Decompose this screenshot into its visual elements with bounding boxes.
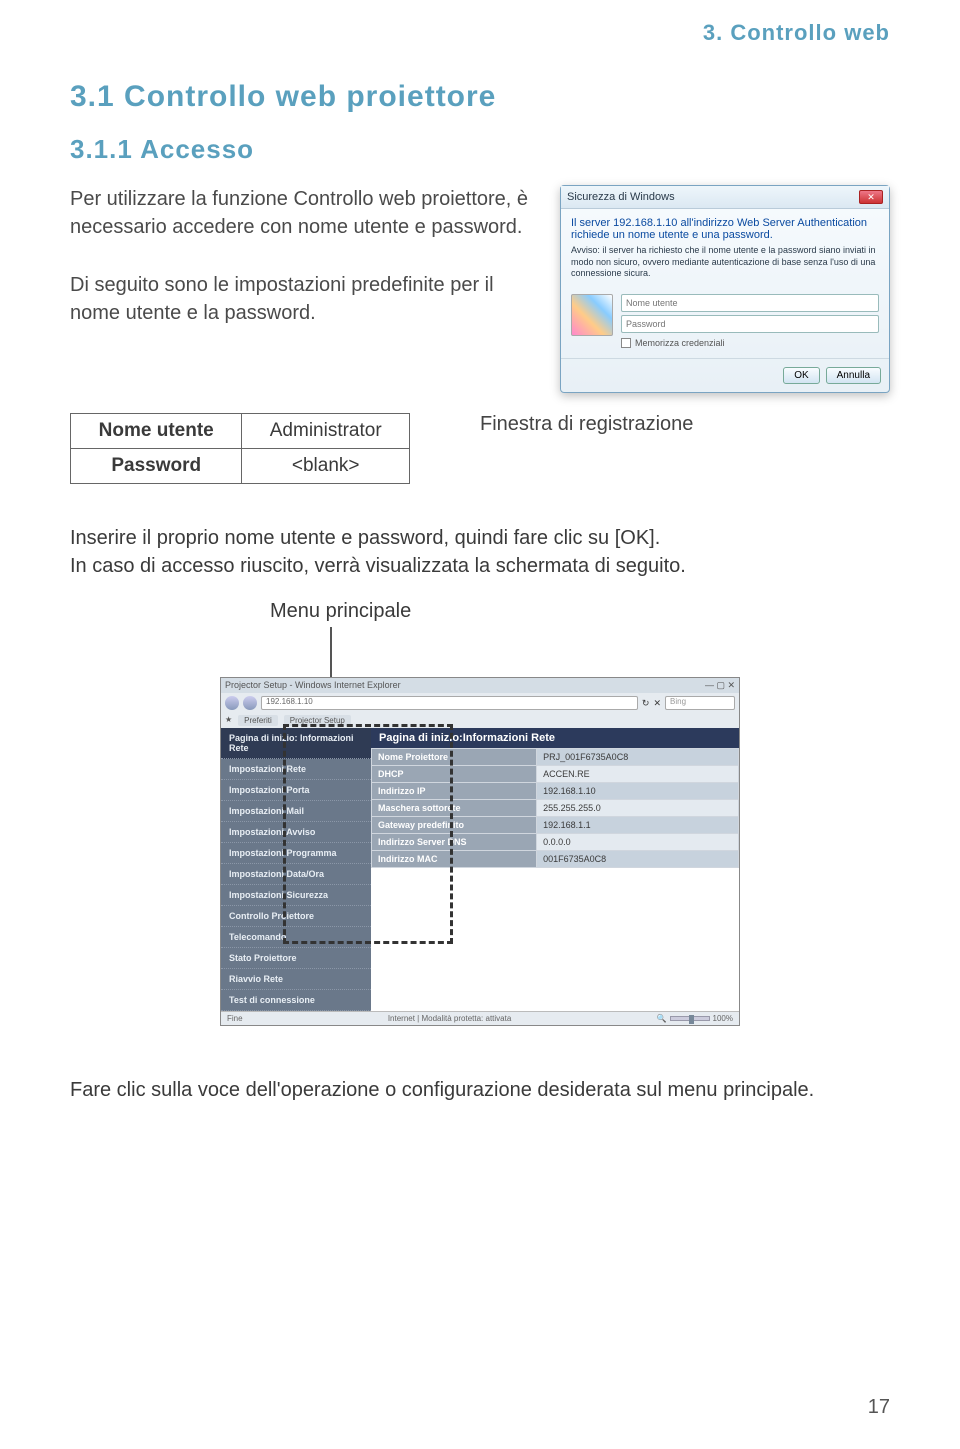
- instruction-paragraph: Inserire il proprio nome utente e passwo…: [70, 524, 890, 580]
- status-middle: Internet | Modalità protetta: attivata: [388, 1014, 511, 1023]
- row-key: DHCP: [372, 766, 537, 783]
- dialog-msg-1: Il server 192.168.1.10 all'indirizzo Web…: [571, 217, 879, 241]
- sidebar-item-test[interactable]: Test di connessione: [221, 990, 371, 1011]
- menu-callout-label: Menu principale: [270, 600, 890, 623]
- network-info-table: Nome ProiettorePRJ_001F6735A0C8 DHCPACCE…: [371, 748, 739, 868]
- sidebar-item-control[interactable]: Controllo Proiettore: [221, 906, 371, 927]
- row-key: Indirizzo MAC: [372, 851, 537, 868]
- cred-val-user: Administrator: [242, 414, 410, 449]
- tab-projector-setup[interactable]: Projector Setup: [284, 715, 351, 726]
- cred-key-pass: Password: [71, 449, 242, 484]
- sidebar-item-home[interactable]: Pagina di inizio: Informazioni Rete: [221, 728, 371, 759]
- sidebar-item-alert[interactable]: Impostazioni Avviso: [221, 822, 371, 843]
- page-title: Pagina di inizio:Informazioni Rete: [371, 728, 739, 748]
- windows-security-dialog: Sicurezza di Windows ✕ Il server 192.168…: [560, 185, 890, 393]
- row-key: Maschera sottorete: [372, 800, 537, 817]
- row-val: 001F6735A0C8: [537, 851, 739, 868]
- zoom-slider[interactable]: [670, 1016, 710, 1021]
- window-controls-icon[interactable]: — ▢ ✕: [705, 680, 735, 691]
- cred-val-pass: <blank>: [242, 449, 410, 484]
- sidebar-item-mail[interactable]: Impostazioni Mail: [221, 801, 371, 822]
- sidebar-item-net[interactable]: Impostazioni Rete: [221, 759, 371, 780]
- close-icon[interactable]: ✕: [859, 190, 883, 204]
- dialog-title: Sicurezza di Windows: [567, 191, 675, 203]
- page-number: 17: [868, 1396, 890, 1419]
- sidebar-item-remote[interactable]: Telecomando: [221, 927, 371, 948]
- sidebar-item-security[interactable]: Impostazioni Sicurezza: [221, 885, 371, 906]
- zoom-icon: 🔍: [657, 1014, 667, 1023]
- row-key: Nome Proiettore: [372, 749, 537, 766]
- status-left: Fine: [227, 1014, 243, 1023]
- row-key: Gateway predefinito: [372, 817, 537, 834]
- back-icon[interactable]: [225, 696, 239, 710]
- sidebar-item-status[interactable]: Stato Proiettore: [221, 948, 371, 969]
- ok-button[interactable]: OK: [783, 367, 819, 384]
- sidebar-item-restart[interactable]: Riavvio Rete: [221, 969, 371, 990]
- row-val: 0.0.0.0: [537, 834, 739, 851]
- forward-icon[interactable]: [243, 696, 257, 710]
- row-key: Indirizzo IP: [372, 783, 537, 800]
- zoom-level: 100%: [713, 1014, 733, 1023]
- row-key: Indirizzo Server DNS: [372, 834, 537, 851]
- refresh-icon[interactable]: ↻: [642, 698, 650, 709]
- credentials-table: Nome utente Administrator Password <blan…: [70, 413, 410, 484]
- address-bar[interactable]: 192.168.1.10: [261, 696, 638, 710]
- user-avatar-icon: [571, 294, 613, 336]
- password-field[interactable]: [621, 315, 879, 333]
- favorites-icon[interactable]: ★: [225, 715, 232, 726]
- cancel-button[interactable]: Annulla: [826, 367, 881, 384]
- zoom-control[interactable]: 🔍 100%: [657, 1014, 733, 1023]
- sidebar-item-program[interactable]: Impostazioni Programma: [221, 843, 371, 864]
- search-box[interactable]: Bing: [665, 696, 735, 710]
- sidebar-item-port[interactable]: Impostazioni Porta: [221, 780, 371, 801]
- section-title: 3.1 Controllo web proiettore: [70, 80, 890, 114]
- figure-caption: Finestra di registrazione: [480, 413, 693, 436]
- row-val: 192.168.1.1: [537, 817, 739, 834]
- sidebar-menu: Pagina di inizio: Informazioni Rete Impo…: [221, 728, 371, 1011]
- cred-key-user: Nome utente: [71, 414, 242, 449]
- browser-title: Projector Setup - Windows Internet Explo…: [225, 680, 401, 691]
- row-val: 192.168.1.10: [537, 783, 739, 800]
- sidebar-item-datetime[interactable]: Impostazioni Data/Ora: [221, 864, 371, 885]
- remember-label: Memorizza credenziali: [635, 338, 725, 348]
- dropdown-icon[interactable]: ✕: [653, 698, 661, 709]
- browser-window: Projector Setup - Windows Internet Explo…: [220, 677, 740, 1026]
- row-val: PRJ_001F6735A0C8: [537, 749, 739, 766]
- tab-favorites[interactable]: Preferiti: [238, 715, 278, 726]
- intro-paragraph-1: Per utilizzare la funzione Controllo web…: [70, 185, 540, 241]
- row-val: 255.255.255.0: [537, 800, 739, 817]
- closing-paragraph: Fare clic sulla voce dell'operazione o c…: [70, 1076, 890, 1104]
- remember-checkbox[interactable]: Memorizza credenziali: [621, 338, 879, 348]
- intro-paragraph-2: Di seguito sono le impostazioni predefin…: [70, 271, 540, 327]
- row-val: ACCEN.RE: [537, 766, 739, 783]
- dialog-msg-2: Avviso: il server ha richiesto che il no…: [571, 245, 879, 280]
- username-field[interactable]: [621, 294, 879, 312]
- chapter-tag: 3. Controllo web: [703, 20, 890, 46]
- subsection-title: 3.1.1 Accesso: [70, 134, 890, 165]
- callout-line: [330, 627, 332, 677]
